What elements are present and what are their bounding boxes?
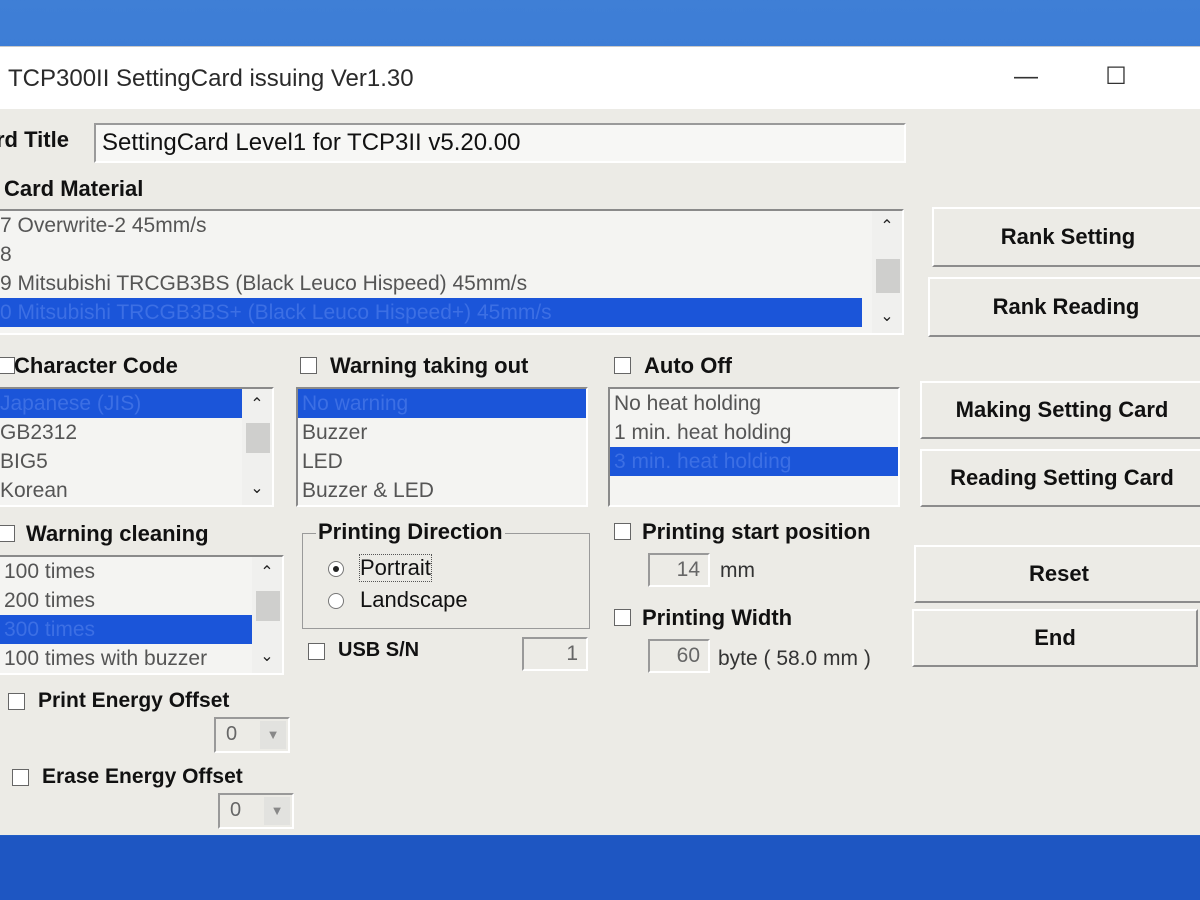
warning-cleaning-scrollbar[interactable]: ⌃ ⌄ (252, 557, 282, 673)
scroll-thumb[interactable] (876, 259, 900, 293)
card-material-label: Card Material (4, 176, 144, 201)
character-code-checkbox[interactable] (0, 357, 15, 374)
print-energy-offset-combo[interactable]: 0 ▼ (214, 717, 290, 753)
card-material-listbox[interactable]: 7 Overwrite-2 45mm/s 8 9 Mitsubishi TRCG… (0, 209, 904, 335)
scroll-thumb[interactable] (246, 423, 270, 453)
printing-start-position-input[interactable]: 14 (648, 553, 710, 587)
printing-width-label: Printing Width (642, 605, 793, 630)
character-code-scrollbar[interactable]: ⌃ ⌄ (242, 389, 272, 505)
list-item[interactable]: 9 Mitsubishi TRCGB3BS (Black Leuco Hispe… (0, 269, 902, 298)
erase-energy-offset-value: 0 (230, 799, 242, 821)
printing-start-position-unit: mm (720, 559, 755, 582)
printing-direction-label: Printing Direction (316, 519, 505, 545)
end-button[interactable]: End (912, 609, 1198, 667)
list-item[interactable]: 100 times with buzzer (0, 644, 282, 673)
list-item[interactable]: 7 Overwrite-2 45mm/s (0, 211, 902, 240)
print-energy-offset-label: Print Energy Offset (38, 689, 230, 712)
auto-off-label: Auto Off (644, 353, 732, 378)
usb-sn-checkbox[interactable] (308, 643, 325, 660)
character-code-label: Character Code (14, 353, 178, 378)
character-code-listbox[interactable]: Japanese (JIS) GB2312 BIG5 Korean ⌃ ⌄ (0, 387, 274, 507)
app-window: TCP300II SettingCard issuing Ver1.30 — ☐… (0, 46, 1200, 835)
scroll-down-icon[interactable]: ⌄ (252, 645, 282, 669)
printing-width-unit: byte ( 58.0 mm ) (718, 647, 871, 670)
warning-taking-out-listbox[interactable]: No warning Buzzer LED Buzzer & LED (296, 387, 588, 507)
printing-width-input[interactable]: 60 (648, 639, 710, 673)
rank-reading-button[interactable]: Rank Reading (928, 277, 1200, 337)
auto-off-listbox[interactable]: No heat holding 1 min. heat holding 3 mi… (608, 387, 900, 507)
making-setting-card-button[interactable]: Making Setting Card (920, 381, 1200, 439)
list-item[interactable]: LED (298, 447, 586, 476)
list-item-selected[interactable]: 300 times (0, 615, 252, 644)
warning-cleaning-checkbox[interactable] (0, 525, 15, 542)
list-item[interactable]: 100 times (0, 557, 282, 586)
erase-energy-offset-combo[interactable]: 0 ▼ (218, 793, 294, 829)
printing-direction-group (302, 533, 590, 629)
warning-taking-out-checkbox[interactable] (300, 357, 317, 374)
scroll-up-icon[interactable]: ⌃ (872, 215, 902, 239)
list-item-selected[interactable]: No warning (298, 389, 586, 418)
list-item[interactable]: 1 min. heat holding (610, 418, 898, 447)
rank-setting-button[interactable]: Rank Setting (932, 207, 1200, 267)
scroll-down-icon[interactable]: ⌄ (242, 477, 272, 501)
list-item[interactable]: 8 (0, 240, 902, 269)
list-item[interactable]: Buzzer & LED (298, 476, 586, 505)
list-item[interactable]: 200 times (0, 586, 282, 615)
scroll-down-icon[interactable]: ⌄ (872, 305, 902, 329)
list-item[interactable]: Korean (0, 476, 272, 505)
printing-start-position-label: Printing start position (642, 519, 871, 544)
list-item[interactable]: BIG5 (0, 447, 272, 476)
landscape-radio[interactable] (328, 593, 344, 609)
auto-off-checkbox[interactable] (614, 357, 631, 374)
warning-taking-out-label: Warning taking out (330, 353, 529, 378)
warning-cleaning-listbox[interactable]: 100 times 200 times 300 times 100 times … (0, 555, 284, 675)
maximize-button[interactable]: ☐ (1096, 57, 1136, 97)
list-item-selected[interactable]: Japanese (JIS) (0, 389, 242, 418)
scroll-thumb[interactable] (256, 591, 280, 621)
print-energy-offset-checkbox[interactable] (8, 693, 25, 710)
portrait-radio[interactable] (328, 561, 344, 577)
minimize-button[interactable]: — (1006, 57, 1046, 97)
list-item[interactable]: Buzzer (298, 418, 586, 447)
printing-start-position-checkbox[interactable] (614, 523, 631, 540)
print-energy-offset-value: 0 (226, 723, 238, 745)
window-title: TCP300II SettingCard issuing Ver1.30 (8, 65, 414, 92)
desktop-background (0, 836, 1200, 900)
chevron-down-icon[interactable]: ▼ (260, 721, 286, 749)
usb-sn-label: USB S/N (338, 639, 420, 661)
list-item-selected[interactable]: 3 min. heat holding (610, 447, 898, 476)
landscape-label[interactable]: Landscape (360, 587, 468, 613)
reset-button[interactable]: Reset (914, 545, 1200, 603)
card-material-scrollbar[interactable]: ⌃ ⌄ (872, 211, 902, 333)
usb-sn-input[interactable]: 1 (522, 637, 588, 671)
portrait-label[interactable]: Portrait (359, 554, 432, 582)
erase-energy-offset-checkbox[interactable] (12, 769, 29, 786)
title-bar[interactable]: TCP300II SettingCard issuing Ver1.30 — ☐ (0, 47, 1200, 109)
card-title-label: rd Title (0, 127, 69, 152)
card-title-input[interactable]: SettingCard Level1 for TCP3II v5.20.00 (94, 123, 906, 163)
scroll-up-icon[interactable]: ⌃ (252, 561, 282, 585)
list-item[interactable]: GB2312 (0, 418, 272, 447)
warning-cleaning-label: Warning cleaning (26, 521, 209, 546)
list-item-selected[interactable]: 0 Mitsubishi TRCGB3BS+ (Black Leuco Hisp… (0, 298, 862, 327)
chevron-down-icon[interactable]: ▼ (264, 797, 290, 825)
erase-energy-offset-label: Erase Energy Offset (42, 765, 243, 788)
list-item[interactable]: No heat holding (610, 389, 898, 418)
reading-setting-card-button[interactable]: Reading Setting Card (920, 449, 1200, 507)
printing-width-checkbox[interactable] (614, 609, 631, 626)
scroll-up-icon[interactable]: ⌃ (242, 393, 272, 417)
